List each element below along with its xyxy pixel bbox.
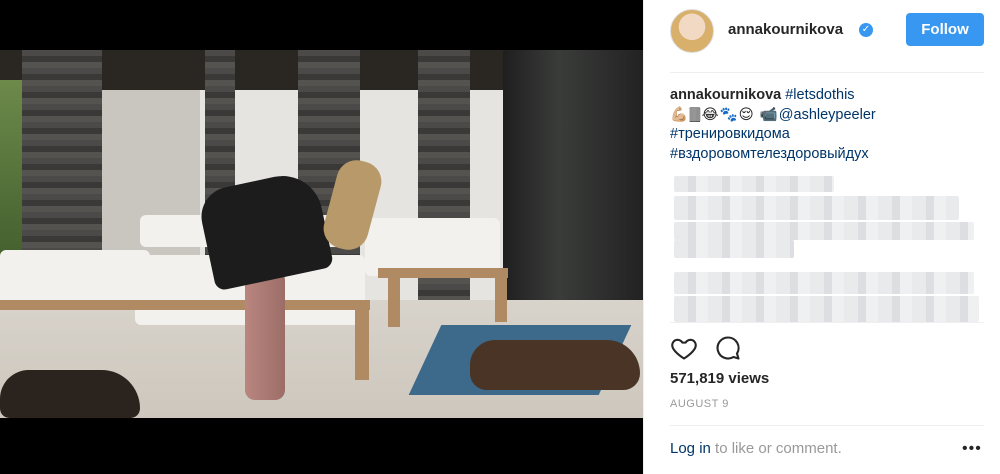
view-count[interactable]: 571,819 views [670, 370, 769, 387]
post-sidebar: annakournikova ✓ Follow annakournikova #… [643, 0, 1000, 474]
blurred-comment [674, 222, 974, 240]
blurred-comment [674, 176, 834, 192]
blurred-comment [674, 296, 979, 322]
caption-username[interactable]: annakournikova [670, 87, 781, 103]
post-caption: annakournikova #letsdothis 💪🏼🀫😂🐾😌 📹@ashl… [670, 86, 990, 164]
login-prompt-text: to like or comment. [710, 440, 842, 457]
post-header: annakournikova ✓ Follow [644, 0, 1000, 62]
avatar[interactable] [670, 9, 714, 53]
comment-icon[interactable] [714, 334, 742, 362]
instagram-post: annakournikova ✓ Follow annakournikova #… [0, 0, 1000, 474]
heart-icon[interactable] [670, 334, 698, 362]
scene-chair-frame [495, 272, 507, 322]
blurred-comment [674, 240, 794, 258]
scene-sofa-frame [0, 300, 370, 310]
scene-chair-frame [388, 272, 400, 327]
post-date[interactable]: AUGUST 9 [670, 398, 729, 410]
header-divider [670, 72, 984, 73]
scene-dog [0, 370, 140, 418]
caption-mention[interactable]: @ashleypeeler [779, 107, 876, 123]
comments-divider [670, 322, 984, 323]
login-prompt: Log in to like or comment. [670, 440, 842, 457]
scene-dog [470, 340, 640, 390]
more-options-icon[interactable]: ••• [962, 440, 982, 458]
follow-button[interactable]: Follow [906, 13, 984, 46]
post-media[interactable] [0, 0, 643, 474]
scene-person-legs [245, 270, 285, 400]
caption-hashtag[interactable]: #letsdothis [785, 87, 854, 103]
caption-hashtag[interactable]: #тренировкидома [670, 126, 790, 142]
footer-divider [670, 425, 984, 426]
caption-hashtag[interactable]: #вздоровомтелездоровыйдух [670, 146, 869, 162]
video-frame[interactable] [0, 50, 643, 418]
scene-sofa-frame [355, 300, 369, 380]
blurred-comment [674, 196, 959, 220]
login-link[interactable]: Log in [670, 440, 711, 457]
caption-emojis: 💪🏼🀫😂🐾😌 📹 [670, 106, 779, 123]
profile-username[interactable]: annakournikova [728, 21, 843, 38]
blurred-comment [674, 272, 974, 294]
verified-badge-icon: ✓ [859, 23, 873, 37]
